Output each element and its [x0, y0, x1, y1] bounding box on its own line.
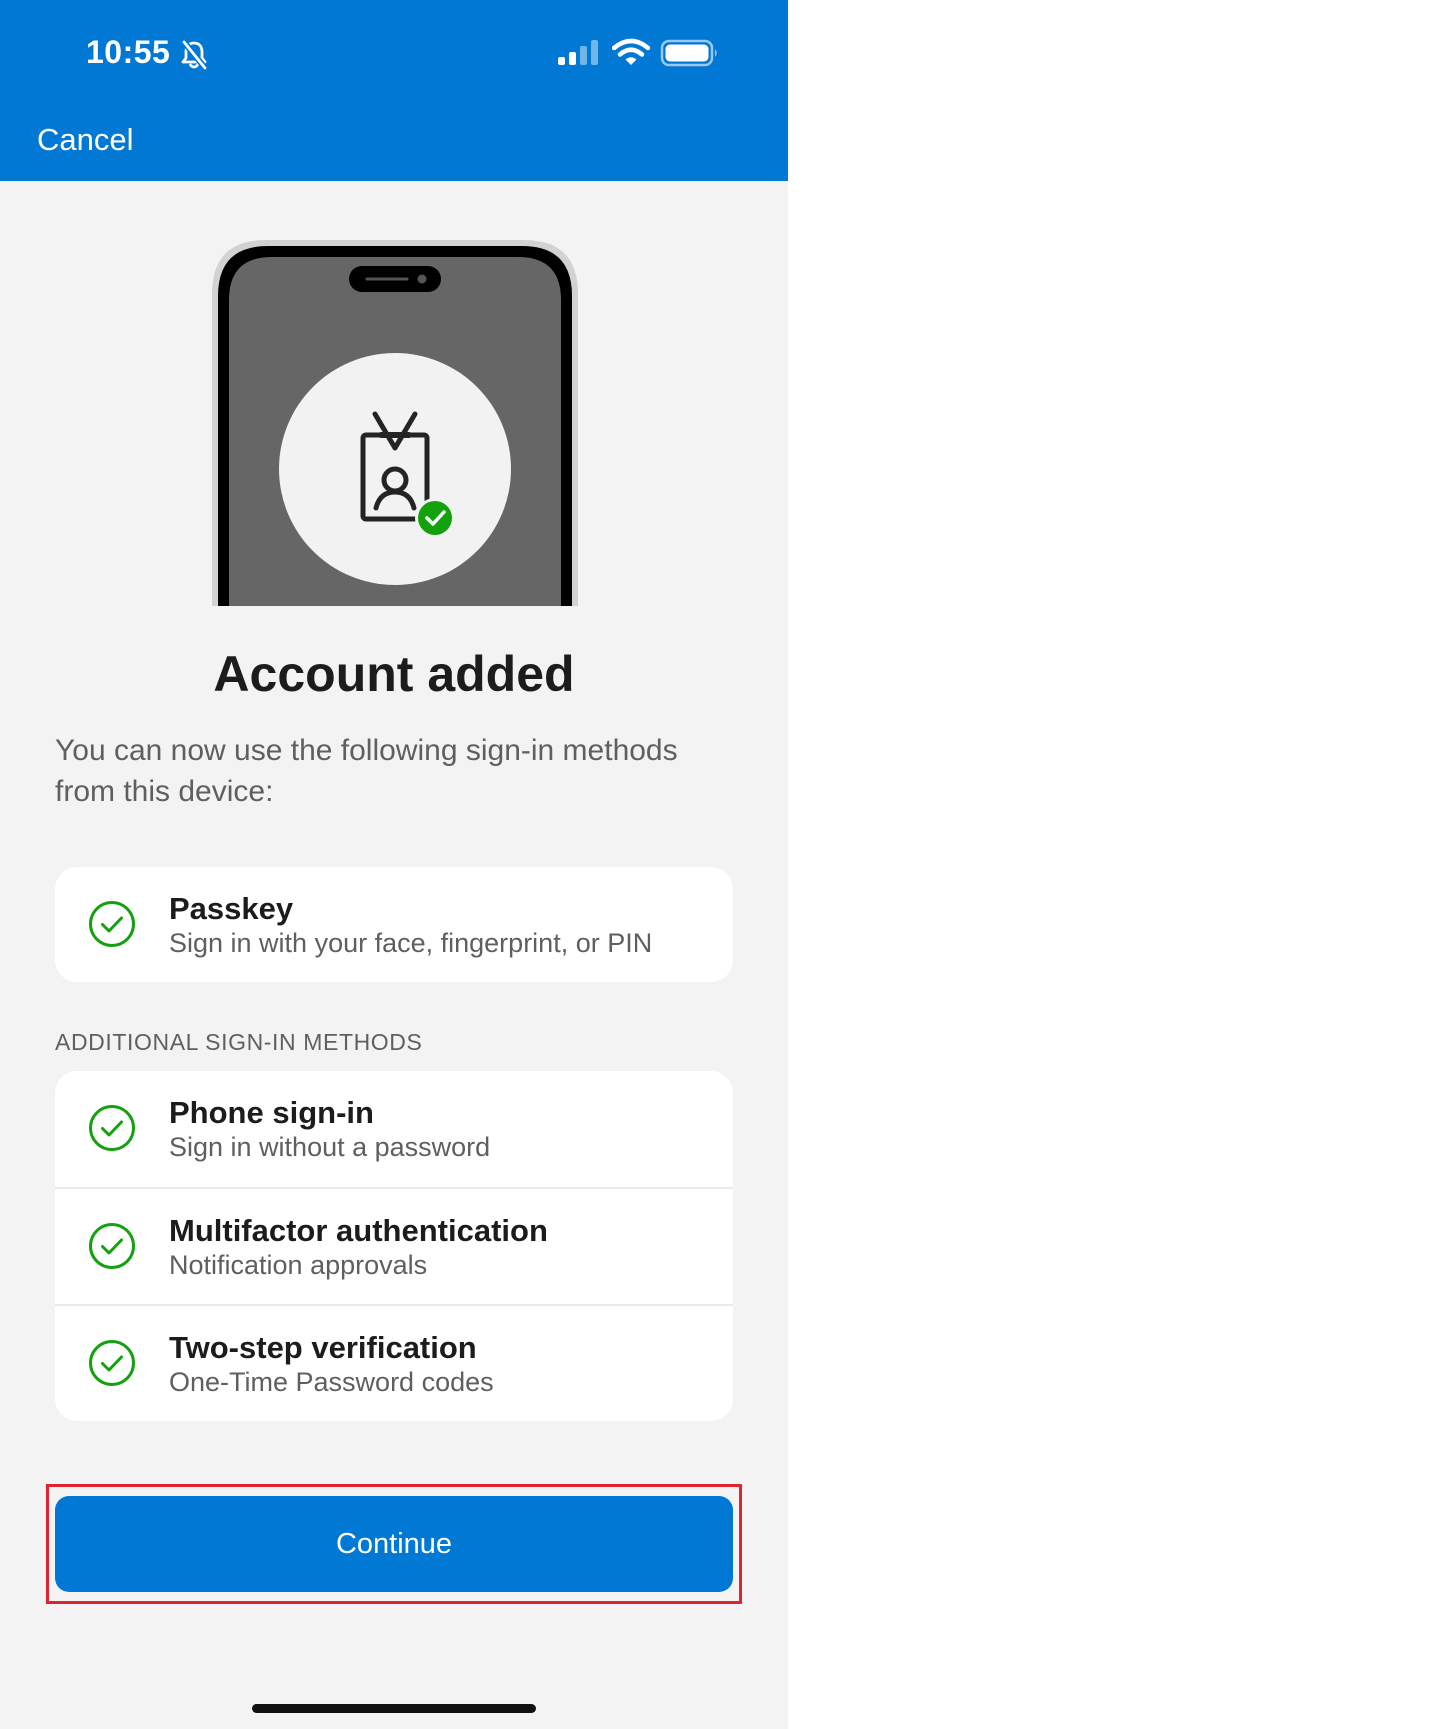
continue-button[interactable]: Continue — [55, 1496, 733, 1592]
check-circle-icon — [89, 1223, 135, 1269]
header-bar: 10:55 Cancel — [0, 0, 788, 181]
section-header-additional: ADDITIONAL SIGN-IN METHODS — [55, 1029, 423, 1055]
home-indicator[interactable] — [252, 1704, 536, 1713]
bell-slash-icon — [181, 40, 208, 70]
method-title: Two-step verification — [169, 1330, 477, 1365]
page-subtitle: You can now use the following sign-in me… — [55, 734, 678, 808]
method-description: Sign in without a password — [169, 1132, 491, 1162]
check-circle-icon — [89, 901, 135, 947]
status-time: 10:55 — [86, 34, 171, 70]
method-row-two-step-verification: Two-step verification One-Time Password … — [55, 1306, 733, 1421]
method-description: One-Time Password codes — [169, 1367, 494, 1397]
phone-illustration — [212, 240, 578, 606]
method-title: Phone sign-in — [169, 1095, 374, 1130]
battery-icon — [660, 39, 717, 67]
passkey-card: Passkey Sign in with your face, fingerpr… — [55, 867, 733, 982]
method-row-phone-sign-in: Phone sign-in Sign in without a password — [55, 1071, 733, 1186]
additional-methods-card: Phone sign-in Sign in without a password… — [55, 1071, 733, 1421]
wifi-icon — [612, 38, 650, 65]
method-row-passkey: Passkey Sign in with your face, fingerpr… — [55, 867, 733, 982]
method-title: Multifactor authentication — [169, 1213, 548, 1248]
cellular-signal-icon — [558, 40, 598, 65]
success-check-icon — [415, 498, 455, 538]
app-screen: 10:55 Cancel Account added You can now u… — [0, 0, 788, 1729]
cancel-button[interactable]: Cancel — [37, 122, 134, 158]
check-circle-icon — [89, 1105, 135, 1151]
page-title: Account added — [213, 646, 575, 702]
method-description: Sign in with your face, fingerprint, or … — [169, 928, 653, 958]
method-row-multifactor-authentication: Multifactor authentication Notification … — [55, 1189, 733, 1304]
method-title: Passkey — [169, 891, 294, 926]
check-circle-icon — [89, 1340, 135, 1386]
method-description: Notification approvals — [169, 1250, 428, 1280]
